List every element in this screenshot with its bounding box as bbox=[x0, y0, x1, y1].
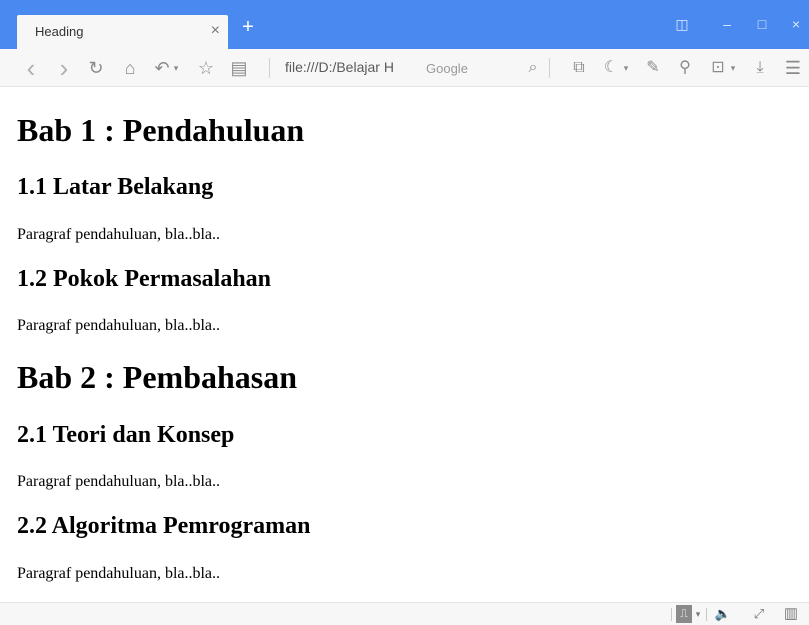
screenshot-icon[interactable]: ⊡ bbox=[708, 57, 728, 79]
status-divider bbox=[706, 608, 707, 621]
chevron-down-icon[interactable]: ▾ bbox=[729, 57, 737, 79]
tools-icon[interactable]: ✎ bbox=[643, 57, 663, 79]
close-window-button[interactable]: × bbox=[786, 14, 806, 34]
heading-2-1: 2.1 Teori dan Konsep bbox=[17, 422, 235, 448]
toolbar-divider bbox=[269, 58, 270, 78]
menu-icon[interactable]: ☰ bbox=[783, 57, 803, 79]
monitor-icon[interactable]: ⎍ bbox=[676, 605, 692, 623]
night-mode-icon[interactable]: ☾ bbox=[601, 57, 621, 79]
reload-icon[interactable]: ↻ bbox=[86, 57, 106, 79]
tab-heading[interactable]: Heading × bbox=[17, 15, 228, 49]
forward-icon[interactable]: › bbox=[55, 55, 73, 81]
chevron-down-icon[interactable]: ▾ bbox=[694, 605, 702, 623]
reader-mode-icon[interactable]: ▤ bbox=[229, 57, 249, 79]
heading-2-2: 2.2 Algoritma Pemrograman bbox=[17, 513, 311, 539]
status-bar: ⎍ ▾ 🔈 ⤢ ▥ bbox=[0, 602, 809, 625]
bookmark-star-icon[interactable]: ☆ bbox=[196, 57, 216, 79]
toolbox-icon[interactable]: ⧉ bbox=[569, 57, 589, 79]
toolbar-divider bbox=[549, 58, 550, 78]
undo-close-icon[interactable]: ↶ bbox=[153, 57, 171, 79]
tab-close-icon[interactable]: × bbox=[211, 21, 220, 41]
tab-title: Heading bbox=[35, 24, 84, 39]
fullscreen-icon[interactable]: ⤢ bbox=[750, 605, 768, 623]
volume-icon[interactable]: 🔈 bbox=[714, 605, 732, 623]
download-icon[interactable]: ⤓ bbox=[750, 57, 770, 79]
heading-1-2: 1.2 Pokok Permasalahan bbox=[17, 266, 272, 292]
sidebar-toggle-icon[interactable]: ◫ bbox=[672, 14, 692, 34]
navigation-toolbar: ‹ › ↻ ⌂ ↶ ▾ ☆ ▤ file:///D:/Belajar H ⌕ ⧉… bbox=[0, 49, 809, 87]
paragraph-2-1: Paragraf pendahuluan, bla..bla.. bbox=[17, 473, 221, 490]
status-divider bbox=[671, 608, 672, 621]
heading-1-1: 1.1 Latar Belakang bbox=[17, 174, 214, 200]
chevron-down-icon[interactable]: ▾ bbox=[622, 57, 630, 79]
layout-icon[interactable]: ▥ bbox=[782, 605, 800, 623]
title-bar: Heading × + ◫ – □ × bbox=[0, 0, 809, 49]
home-icon[interactable]: ⌂ bbox=[120, 57, 140, 79]
back-icon[interactable]: ‹ bbox=[22, 55, 40, 81]
heading-bab-1: Bab 1 : Pendahuluan bbox=[17, 112, 305, 148]
new-tab-button[interactable]: + bbox=[238, 17, 258, 37]
chevron-down-icon[interactable]: ▾ bbox=[172, 57, 180, 79]
paragraph-1-1: Paragraf pendahuluan, bla..bla.. bbox=[17, 226, 221, 243]
search-input[interactable] bbox=[420, 58, 520, 78]
paragraph-1-2: Paragraf pendahuluan, bla..bla.. bbox=[17, 317, 221, 334]
minimize-button[interactable]: – bbox=[717, 14, 737, 34]
search-icon[interactable]: ⌕ bbox=[524, 57, 542, 79]
address-bar[interactable]: file:///D:/Belajar H bbox=[285, 59, 422, 75]
paragraph-2-2: Paragraf pendahuluan, bla..bla.. bbox=[17, 565, 221, 582]
find-icon[interactable]: ⚲ bbox=[675, 57, 695, 79]
maximize-button[interactable]: □ bbox=[752, 14, 772, 34]
heading-bab-2: Bab 2 : Pembahasan bbox=[17, 359, 298, 395]
page-content: Bab 1 : Pendahuluan 1.1 Latar Belakang P… bbox=[0, 88, 809, 602]
